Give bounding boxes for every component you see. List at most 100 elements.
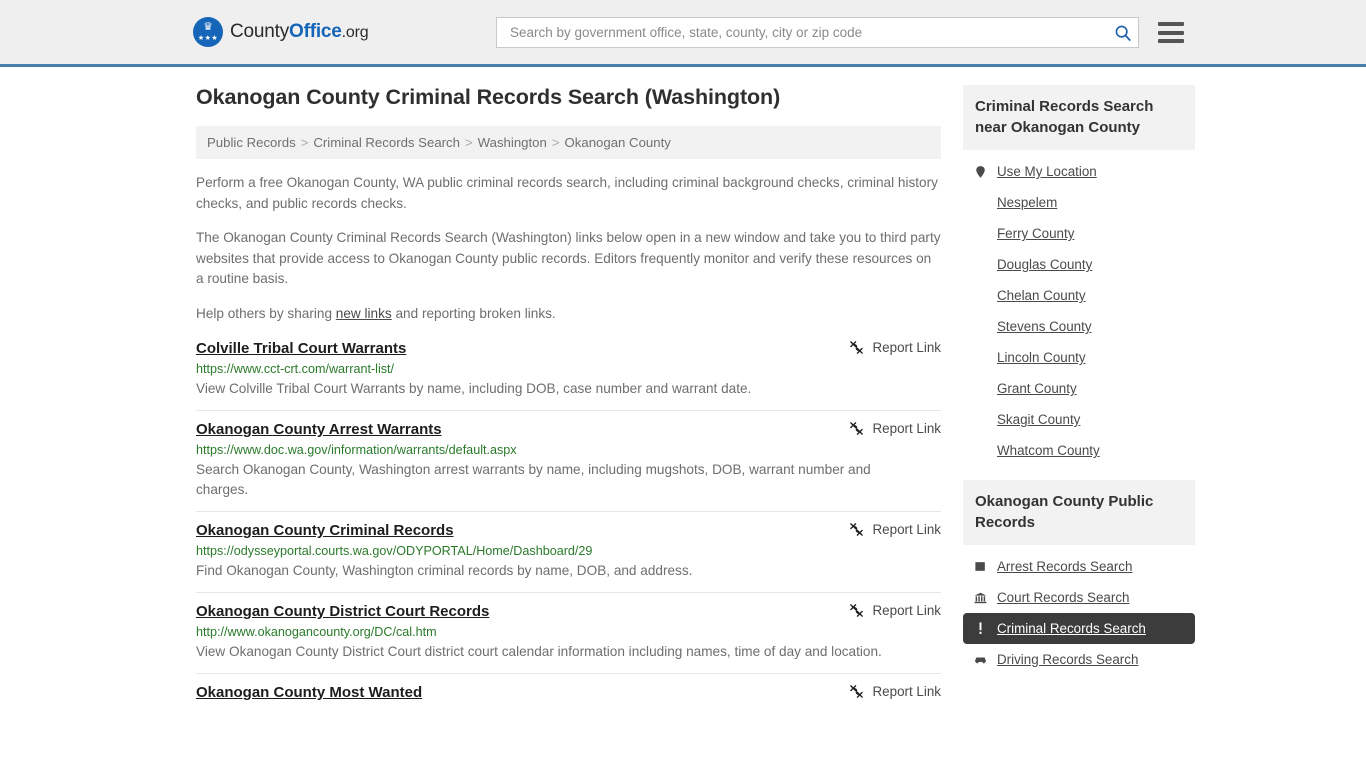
sidebar-item-chelan-county[interactable]: Chelan County bbox=[963, 280, 1195, 311]
public-records-panel: Okanogan County Public Records Arrest Re… bbox=[963, 480, 1195, 675]
logo-text-part2: Office bbox=[289, 21, 342, 42]
breadcrumb-separator: > bbox=[300, 135, 309, 150]
result-url: http://www.okanogancounty.org/DC/cal.htm bbox=[196, 625, 437, 639]
page-title: Okanogan County Criminal Records Search … bbox=[196, 85, 781, 109]
table-row: Okanogan County Most Wanted Report Link bbox=[196, 673, 941, 717]
nearby-panel-heading: Criminal Records Search near Okanogan Co… bbox=[963, 85, 1195, 150]
main-content: Okanogan County Criminal Records Search … bbox=[196, 67, 941, 717]
sidebar-item-driving-records-search[interactable]: Driving Records Search bbox=[963, 644, 1195, 675]
sidebar-item-label[interactable]: Douglas County bbox=[997, 257, 1092, 272]
breadcrumb-item-0[interactable]: Public Records bbox=[207, 135, 296, 150]
sidebar-item-label[interactable]: Stevens County bbox=[997, 319, 1092, 334]
sidebar-item-criminal-records-search[interactable]: Criminal Records Search bbox=[963, 613, 1195, 644]
sidebar-item-ferry-county[interactable]: Ferry County bbox=[963, 218, 1195, 249]
nearby-list: Use My Location Nespelem Ferry County Do… bbox=[963, 150, 1195, 466]
result-title[interactable]: Okanogan County District Court Records bbox=[196, 603, 489, 620]
sidebar-item-label[interactable]: Lincoln County bbox=[997, 350, 1086, 365]
sidebar-item-label[interactable]: Nespelem bbox=[997, 195, 1057, 210]
broken-link-icon bbox=[849, 422, 863, 435]
sidebar-item-label[interactable]: Whatcom County bbox=[997, 443, 1100, 458]
sidebar-item-grant-county[interactable]: Grant County bbox=[963, 373, 1195, 404]
sidebar-item-skagit-county[interactable]: Skagit County bbox=[963, 404, 1195, 435]
broken-link-icon bbox=[849, 604, 863, 617]
sidebar-item-use-my-location[interactable]: Use My Location bbox=[963, 156, 1195, 187]
intro-p3-after: and reporting broken links. bbox=[391, 305, 556, 321]
result-title[interactable]: Colville Tribal Court Warrants bbox=[196, 340, 406, 357]
breadcrumb-item-2[interactable]: Washington bbox=[478, 135, 547, 150]
report-link-label: Report Link bbox=[872, 603, 941, 618]
logo-text: CountyOffice.org bbox=[230, 21, 369, 43]
result-title[interactable]: Okanogan County Most Wanted bbox=[196, 684, 422, 701]
public-records-list: Arrest Records Search Court Records Sear… bbox=[963, 545, 1195, 675]
county-office-emblem-icon: ♛ ★★★ bbox=[193, 17, 223, 47]
header-search-area bbox=[496, 17, 1184, 48]
exclamation-icon bbox=[973, 621, 988, 636]
intro-paragraph-3: Help others by sharing new links and rep… bbox=[196, 304, 941, 325]
report-link-label: Report Link bbox=[872, 684, 941, 699]
result-url: https://odysseyportal.courts.wa.gov/ODYP… bbox=[196, 544, 593, 558]
sidebar-item-label[interactable]: Ferry County bbox=[997, 226, 1074, 241]
sidebar-item-label[interactable]: Driving Records Search bbox=[997, 652, 1138, 667]
breadcrumb: Public Records > Criminal Records Search > W… bbox=[196, 126, 941, 159]
intro-paragraph-2: The Okanogan County Criminal Records Sea… bbox=[196, 230, 941, 286]
sidebar-item-stevens-county[interactable]: Stevens County bbox=[963, 311, 1195, 342]
result-title[interactable]: Okanogan County Criminal Records bbox=[196, 522, 454, 539]
report-link-button[interactable]: Report Link bbox=[849, 603, 941, 618]
result-description: View Okanogan County District Court dist… bbox=[196, 644, 882, 659]
breadcrumb-item-1[interactable]: Criminal Records Search bbox=[313, 135, 460, 150]
sidebar-item-arrest-records-search[interactable]: Arrest Records Search bbox=[963, 551, 1195, 582]
courthouse-icon bbox=[973, 590, 988, 605]
square-icon bbox=[973, 559, 988, 574]
result-url: https://www.doc.wa.gov/information/warra… bbox=[196, 443, 517, 457]
table-row: Okanogan County Arrest Warrants https://… bbox=[196, 410, 941, 511]
sidebar-item-douglas-county[interactable]: Douglas County bbox=[963, 249, 1195, 280]
report-link-button[interactable]: Report Link bbox=[849, 684, 941, 699]
sidebar-item-label[interactable]: Skagit County bbox=[997, 412, 1080, 427]
car-icon bbox=[973, 652, 988, 667]
sidebar-item-whatcom-county[interactable]: Whatcom County bbox=[963, 435, 1195, 466]
report-link-button[interactable]: Report Link bbox=[849, 421, 941, 436]
result-title[interactable]: Okanogan County Arrest Warrants bbox=[196, 421, 442, 438]
report-link-button[interactable]: Report Link bbox=[849, 522, 941, 537]
site-header: ♛ ★★★ CountyOffice.org bbox=[0, 0, 1366, 67]
sidebar-item-label[interactable]: Arrest Records Search bbox=[997, 559, 1132, 574]
hamburger-menu-icon[interactable] bbox=[1158, 22, 1184, 43]
public-records-panel-heading: Okanogan County Public Records bbox=[963, 480, 1195, 545]
search-icon[interactable] bbox=[1114, 24, 1132, 42]
report-link-button[interactable]: Report Link bbox=[849, 340, 941, 355]
result-description: Find Okanogan County, Washington crimina… bbox=[196, 563, 693, 578]
sidebar-item-label[interactable]: Grant County bbox=[997, 381, 1077, 396]
report-link-label: Report Link bbox=[872, 340, 941, 355]
intro-p3-before: Help others by sharing bbox=[196, 305, 336, 321]
result-description: Search Okanogan County, Washington arres… bbox=[196, 462, 871, 497]
site-logo[interactable]: ♛ ★★★ CountyOffice.org bbox=[193, 17, 369, 47]
breadcrumb-item-3[interactable]: Okanogan County bbox=[565, 135, 671, 150]
logo-text-part3: .org bbox=[341, 24, 369, 41]
sidebar-item-nespelem[interactable]: Nespelem bbox=[963, 187, 1195, 218]
sidebar-item-label[interactable]: Chelan County bbox=[997, 288, 1086, 303]
sidebar-item-label[interactable]: Court Records Search bbox=[997, 590, 1129, 605]
report-link-label: Report Link bbox=[872, 522, 941, 537]
sidebar: Criminal Records Search near Okanogan Co… bbox=[963, 67, 1195, 717]
search-box[interactable] bbox=[496, 17, 1139, 48]
table-row: Okanogan County District Court Records h… bbox=[196, 592, 941, 673]
broken-link-icon bbox=[849, 685, 863, 698]
broken-link-icon bbox=[849, 341, 863, 354]
logo-text-part1: County bbox=[230, 21, 290, 42]
broken-link-icon bbox=[849, 523, 863, 536]
new-links-link[interactable]: new links bbox=[336, 306, 392, 321]
results-list: Colville Tribal Court Warrants https://w… bbox=[196, 338, 941, 717]
sidebar-item-label[interactable]: Criminal Records Search bbox=[997, 621, 1146, 636]
sidebar-item-court-records-search[interactable]: Court Records Search bbox=[963, 582, 1195, 613]
sidebar-item-label[interactable]: Use My Location bbox=[997, 164, 1097, 179]
breadcrumb-separator: > bbox=[464, 135, 473, 150]
intro-text: Perform a free Okanogan County, WA publi… bbox=[196, 173, 941, 324]
breadcrumb-separator: > bbox=[551, 135, 560, 150]
sidebar-item-lincoln-county[interactable]: Lincoln County bbox=[963, 342, 1195, 373]
nearby-search-panel: Criminal Records Search near Okanogan Co… bbox=[963, 85, 1195, 466]
result-url: https://www.cct-crt.com/warrant-list/ bbox=[196, 362, 395, 376]
page-body: Okanogan County Criminal Records Search … bbox=[0, 67, 1366, 717]
table-row: Colville Tribal Court Warrants https://w… bbox=[196, 338, 941, 410]
search-input[interactable] bbox=[508, 24, 1114, 41]
map-pin-icon bbox=[973, 164, 988, 179]
